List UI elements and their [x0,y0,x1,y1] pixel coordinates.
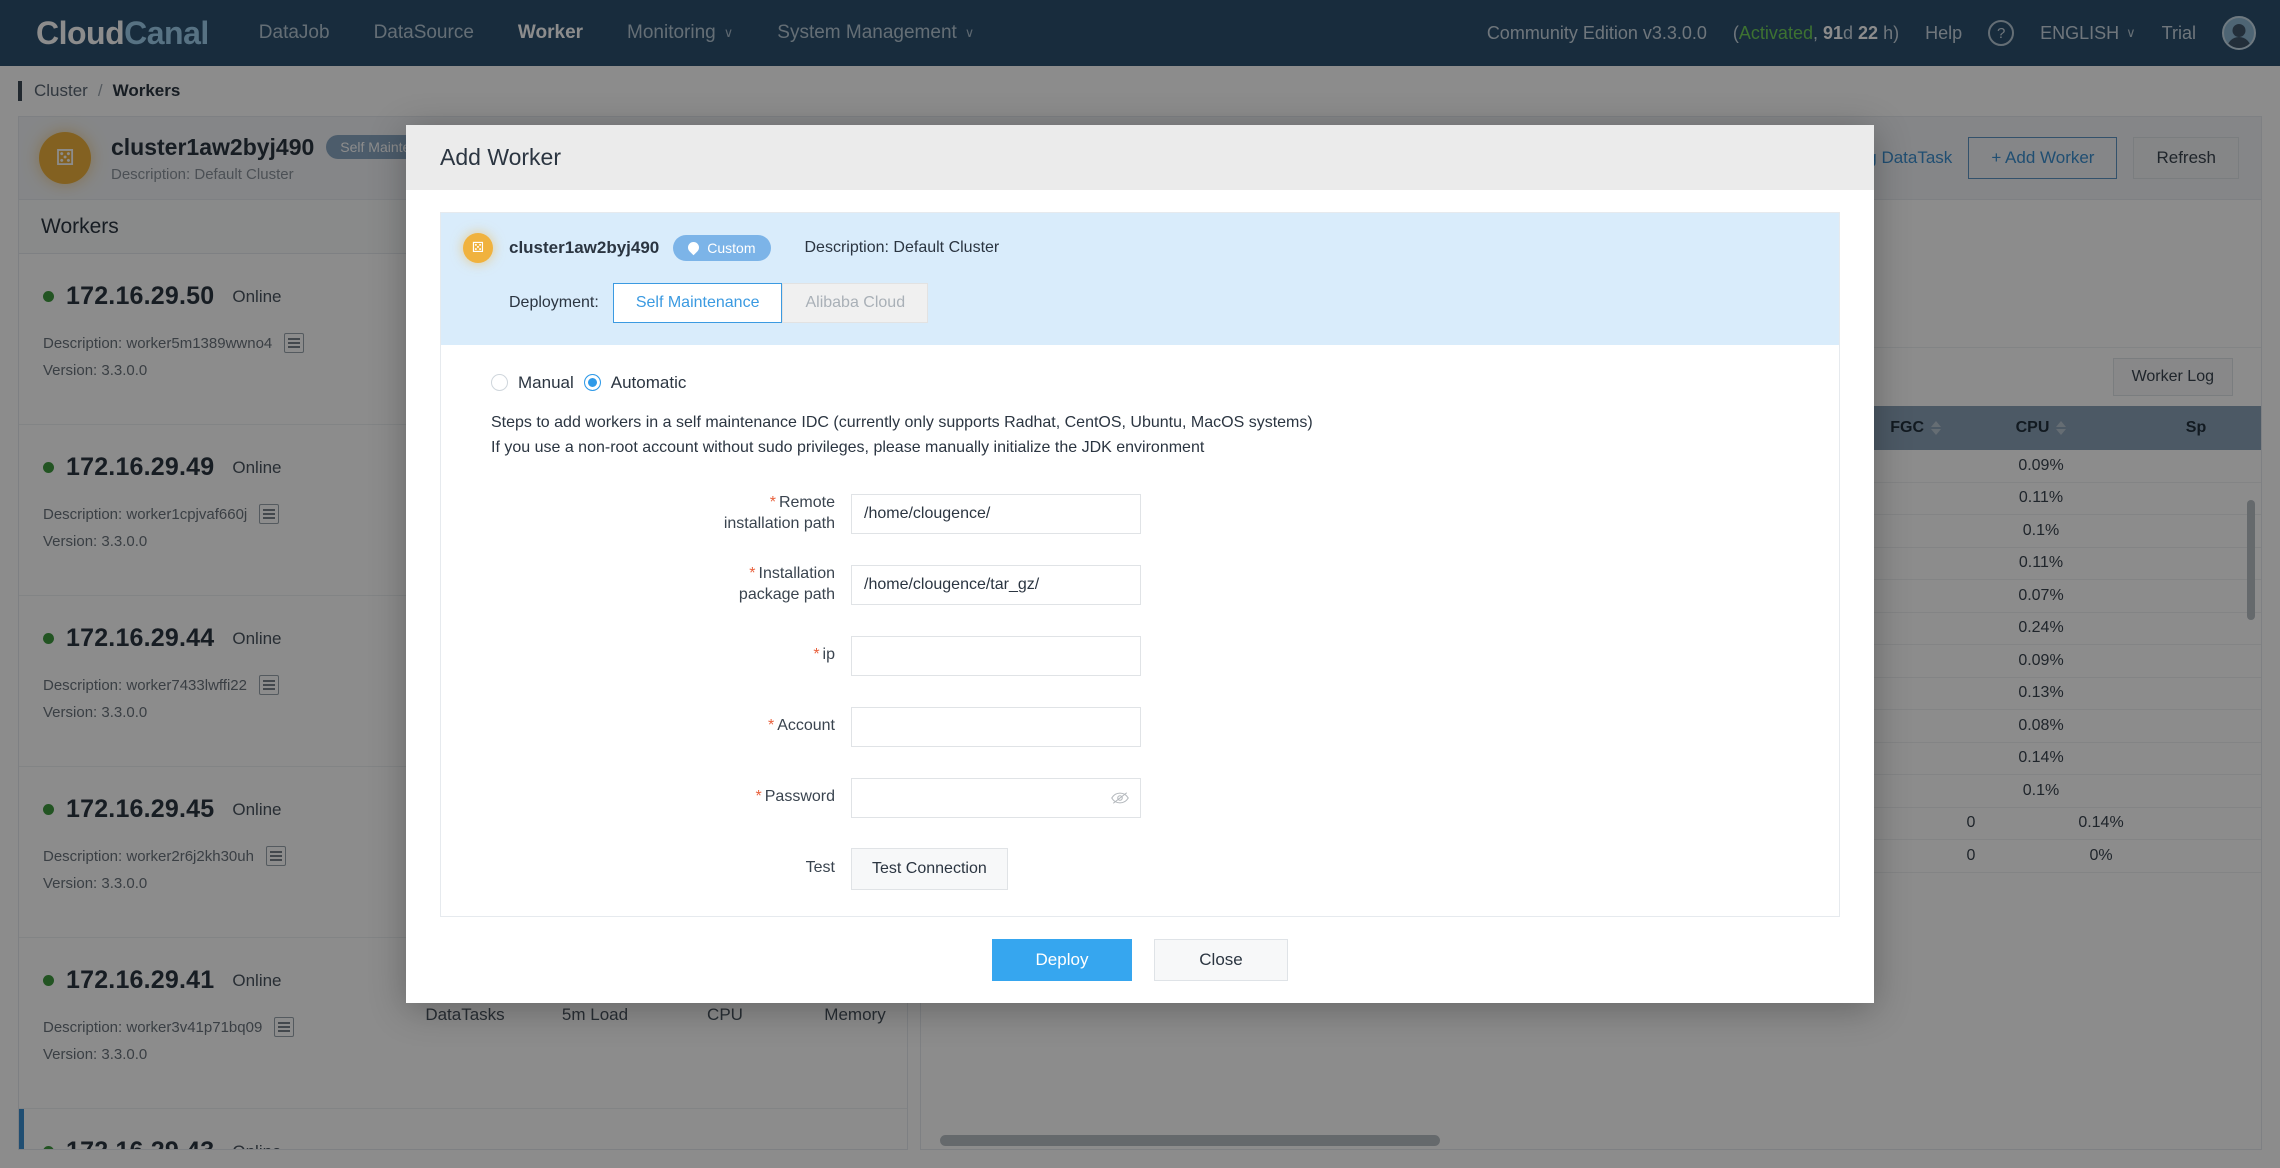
control-installation-package-path [851,564,1141,605]
required-asterisk-icon: * [813,646,820,664]
custom-badge: Custom [673,234,771,261]
label-installation-package-path-line2: package path [738,585,835,603]
control-account [851,706,1141,747]
install-form: Manual Automatic Steps to add workers in… [441,345,1839,893]
ip-input[interactable] [851,635,1141,676]
radio-option-automatic-label: Automatic [610,372,687,392]
label-remote-installation-path-line1: Remote [778,494,835,512]
instructions-line-1: Steps to add workers in a self maintenan… [491,413,1313,431]
cluster-info-band: ⚄ cluster1aw2byj490 Custom Description: … [441,212,1839,345]
control-remote-installation-path [851,493,1141,534]
control-ip [851,635,1141,676]
label-account-text: Account [777,717,835,735]
location-pin-icon [685,239,702,256]
radio-circle-selected-icon [583,374,601,392]
label-ip: * ip [441,645,851,666]
required-asterisk-icon: * [767,717,775,735]
label-installation-package-path-line1: Installation [758,565,836,583]
label-installation-package-path: * Installation package path [441,564,851,606]
close-button[interactable]: Close [1154,939,1288,982]
cluster-icon: ⚄ [463,232,493,263]
dialog-cluster-name: cluster1aw2byj490 [509,237,660,257]
radio-option-manual[interactable]: Manual [491,373,574,393]
label-password: * Password [441,787,851,808]
required-asterisk-icon: * [769,494,776,512]
deployment-row: Deployment: Self Maintenance Alibaba Clo… [463,282,1809,323]
remote-installation-path-input[interactable] [851,493,1141,534]
required-asterisk-icon: * [755,788,762,806]
add-worker-dialog: Add Worker ⚄ cluster1aw2byj490 Custom De… [406,125,1874,1003]
label-account: * Account [441,716,851,737]
dialog-body: ⚄ cluster1aw2byj490 Custom Description: … [406,190,1874,918]
cluster-info-row: ⚄ cluster1aw2byj490 Custom Description: … [463,232,1809,263]
form-row-test: Test Test Connection [441,845,1839,892]
deployment-option-self-maintenance[interactable]: Self Maintenance [612,282,783,323]
eye-off-icon[interactable] [1111,792,1129,804]
form-row-installation-package-path: * Installation package path [441,561,1839,608]
deployment-option-alibaba-cloud[interactable]: Alibaba Cloud [782,282,929,323]
dialog-footer: Deploy Close [406,917,1874,1003]
dialog-title: Add Worker [406,125,1874,190]
label-test: Test [805,859,835,877]
radio-option-manual-label: Manual [518,372,574,392]
radio-option-automatic[interactable]: Automatic [583,372,687,393]
instructions-line-2: If you use a non-root account without su… [491,438,1205,456]
form-row-remote-installation-path: * Remote installation path [441,490,1839,537]
required-asterisk-icon: * [749,565,756,583]
label-remote-installation-path-line2: installation path [723,514,835,532]
label-ip-text: ip [822,646,835,664]
password-input[interactable] [851,777,1141,818]
dialog-cluster-description: Description: Default Cluster [804,238,1000,256]
form-row-account: * Account [441,703,1839,750]
instructions-text: Steps to add workers in a self maintenan… [441,411,1839,461]
label-password-text: Password [764,788,835,806]
form-fields: *Remoteinstallation path *Installationpa… [441,490,1839,892]
control-test: Test Connection [851,847,1008,890]
form-row-password: * Password [441,774,1839,821]
install-mode-radio-group: Manual Automatic [441,373,1839,393]
dialog-content-box: ⚄ cluster1aw2byj490 Custom Description: … [440,211,1840,918]
custom-badge-label: Custom [707,239,756,256]
deploy-button[interactable]: Deploy [992,939,1132,982]
radio-circle-icon [491,374,508,392]
installation-package-path-input[interactable] [851,564,1141,605]
screenshot-root: CloudCanal DataJob DataSource Worker Mon… [0,0,2280,1168]
account-input[interactable] [851,706,1141,747]
test-connection-button[interactable]: Test Connection [851,847,1008,890]
deployment-label: Deployment: [509,293,599,311]
form-row-ip: * ip [441,632,1839,679]
control-password [851,777,1141,818]
label-remote-installation-path: * Remote installation path [441,493,851,535]
deployment-segmented-control: Self Maintenance Alibaba Cloud [612,282,929,323]
